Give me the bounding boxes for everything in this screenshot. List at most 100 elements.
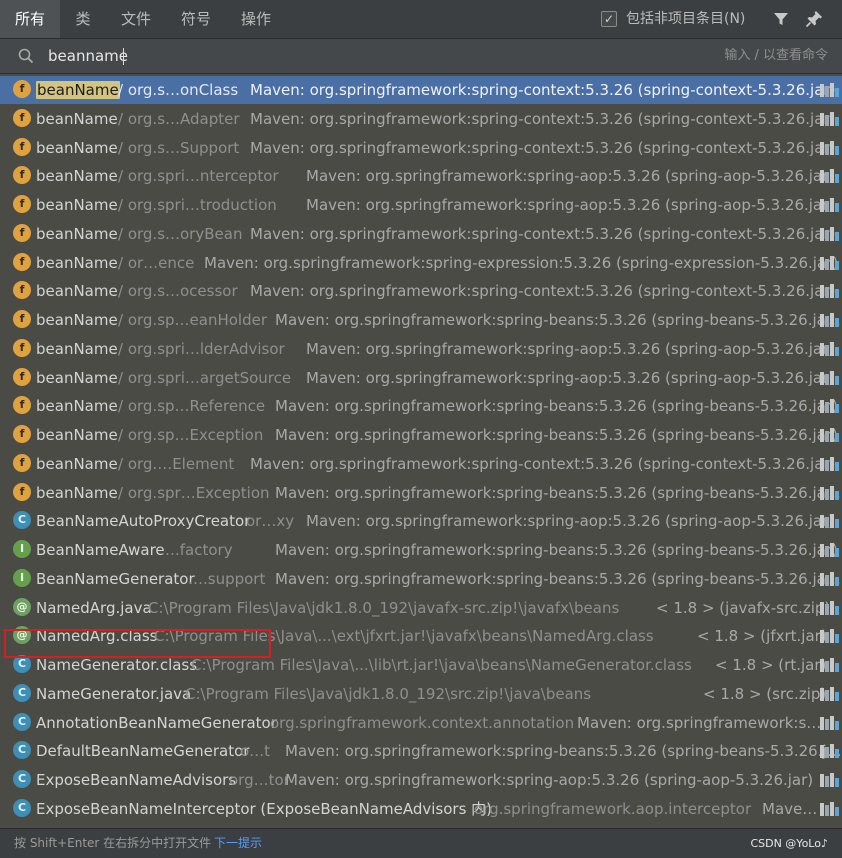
include-non-project-label[interactable]: 包括非项目条目(N) [626, 0, 745, 38]
tab-actions[interactable]: 操作 [226, 0, 286, 38]
field-icon: f [13, 224, 31, 242]
result-name: BeanNameAware [36, 541, 165, 559]
library-icon [820, 284, 839, 298]
result-name: beanName [36, 196, 118, 214]
text-caret [123, 48, 124, 65]
result-location: / org.s…onClass [118, 81, 239, 99]
result-row[interactable]: f beanName / org.sp…Exception Maven: org.s… [0, 421, 842, 449]
result-library: Maven: org.springframework:spring-contex… [250, 139, 836, 157]
result-location: / org.…Element [118, 455, 235, 473]
result-row[interactable]: f beanName / org.s…Support Maven: org.spri… [0, 134, 842, 162]
result-row[interactable]: C DefaultBeanNameGenerator o…t Maven: org.… [0, 737, 842, 765]
result-name: ExposeBeanNameAdvisors [36, 771, 237, 789]
result-row[interactable]: C NameGenerator.class C:\Program Files\Ja… [0, 651, 842, 679]
result-library: Maven: org.springframework:spring-expres… [204, 254, 839, 272]
result-name: beanName [36, 225, 118, 243]
next-tip-link[interactable]: 下一提示 [214, 829, 262, 858]
result-row[interactable]: f beanName / org.sp…eanHolder Maven: org.s… [0, 306, 842, 334]
result-name: beanName [36, 340, 118, 358]
watermark: CSDN @YoLo♪ [750, 837, 828, 850]
pin-icon[interactable] [805, 10, 823, 28]
result-name: beanName [36, 369, 118, 387]
library-icon [820, 169, 839, 183]
result-row[interactable]: @ NamedArg.java C:\Program Files\Java\jdk… [0, 594, 842, 622]
field-icon: f [13, 368, 31, 386]
result-row[interactable]: C NameGenerator.java C:\Program Files\Jav… [0, 680, 842, 708]
library-icon [820, 141, 839, 155]
result-library: < 1.8 > (javafx-src.zip) [656, 599, 831, 617]
result-row[interactable]: I BeanNameGenerator ….support Maven: org.s… [0, 565, 842, 593]
result-row[interactable]: f beanName / org.spri…argetSource Maven: o… [0, 364, 842, 392]
result-name: beanName [36, 455, 118, 473]
result-location: C:\Program Files\Java\...\ext\jfxrt.jar!… [154, 627, 654, 645]
result-row[interactable]: f beanName / org.spr…Exception Maven: org.… [0, 479, 842, 507]
result-location: o…t [240, 742, 271, 760]
result-row[interactable]: C ExposeBeanNameAdvisors org…tor Maven: or… [0, 766, 842, 794]
result-name: DefaultBeanNameGenerator [36, 742, 250, 760]
result-name: beanName [36, 397, 118, 415]
result-row[interactable]: f beanName / org.sp…Reference Maven: org.s… [0, 392, 842, 420]
result-row[interactable]: f beanName / org.s…Adapter Maven: org.spri… [0, 105, 842, 133]
result-row[interactable]: C AnnotationBeanNameGenerator org.springf… [0, 709, 842, 737]
library-icon [820, 198, 839, 212]
include-non-project-checkbox[interactable]: ✓ [601, 11, 617, 27]
result-name: NameGenerator.class [36, 656, 198, 674]
result-location: ….factory [160, 541, 233, 559]
result-name: beanName [36, 484, 118, 502]
library-icon [820, 313, 839, 327]
field-icon: f [13, 281, 31, 299]
library-icon [820, 629, 839, 643]
tab-classes[interactable]: 类 [60, 0, 106, 38]
result-location: / org.sp…eanHolder [118, 311, 267, 329]
result-row[interactable]: f beanName / org.spri…nterceptor Maven: or… [0, 162, 842, 190]
interface-icon: I [13, 569, 31, 587]
filter-icon[interactable] [772, 10, 790, 28]
search-input[interactable] [48, 43, 648, 69]
tab-all[interactable]: 所有 [0, 0, 60, 38]
class-icon: C [13, 655, 31, 673]
library-icon [820, 428, 839, 442]
result-location: or…xy [246, 512, 295, 530]
result-row[interactable]: C BeanNameAutoProxyCreator or…xy Maven: or… [0, 507, 842, 535]
result-location: C:\Program Files\Java\jdk1.8.0_192\src.z… [185, 685, 592, 703]
result-row[interactable]: f beanName / org.spri…lderAdvisor Maven: o… [0, 335, 842, 363]
tab-files[interactable]: 文件 [106, 0, 166, 38]
result-library: Maven: org.springframework:spring-aop:5.… [285, 771, 814, 789]
result-location: / or…ence [118, 254, 195, 272]
tab-symbols[interactable]: 符号 [166, 0, 226, 38]
result-row[interactable]: f beanName / org.…Element Maven: org.sprin… [0, 450, 842, 478]
result-library: Maven: org.springframework:spring-beans:… [285, 742, 842, 760]
result-row[interactable]: C ExposeBeanNameInterceptor (ExposeBeanNa… [0, 795, 842, 823]
library-icon [820, 457, 839, 471]
result-location: org.springframework.context.annotation [270, 714, 575, 732]
result-library: Maven: org.springframework:spring-beans:… [275, 311, 841, 329]
result-row[interactable]: f beanName / org.s…onClass Maven: org.spri… [0, 76, 842, 104]
field-icon: f [13, 310, 31, 328]
result-location: / org.sp…Exception [118, 426, 264, 444]
result-row[interactable]: I BeanNameAware ….factory Maven: org.sprin… [0, 536, 842, 564]
library-icon [820, 802, 839, 816]
result-name: beanName [36, 426, 118, 444]
result-name: NameGenerator.java [36, 685, 192, 703]
result-row[interactable]: f beanName / org.spri…troduction Maven: or… [0, 191, 842, 219]
result-name: ExposeBeanNameInterceptor (ExposeBeanNam… [36, 800, 493, 818]
result-name: AnnotationBeanNameGenerator [36, 714, 277, 732]
result-library: Maven: org.springframework:spring-aop:5.… [306, 512, 835, 530]
field-icon: f [13, 454, 31, 472]
result-location: / org.s…ocessor [118, 282, 238, 300]
library-icon [820, 716, 839, 730]
field-icon: f [13, 138, 31, 156]
library-icon [820, 227, 839, 241]
result-location: C:\Program Files\Java\jdk1.8.0_192\javaf… [148, 599, 620, 617]
result-library: Maven: org.springframework:spring-beans:… [275, 570, 841, 588]
field-icon: f [13, 396, 31, 414]
annotation-icon: @ [13, 626, 31, 644]
result-row[interactable]: @ NamedArg.class C:\Program Files\Java\..… [0, 622, 842, 650]
result-row[interactable]: f beanName / org.s…oryBean Maven: org.spri… [0, 220, 842, 248]
results-list: f beanName / org.s…onClass Maven: org.spri… [0, 76, 842, 824]
result-row[interactable]: f beanName / org.s…ocessor Maven: org.spri… [0, 277, 842, 305]
result-row[interactable]: f beanName / or…ence Maven: org.springfram… [0, 249, 842, 277]
library-icon [820, 371, 839, 385]
result-library: Maven: org.springframework:spring-beans:… [275, 484, 841, 502]
result-library: < 1.8 > (rt.jar) [715, 656, 827, 674]
